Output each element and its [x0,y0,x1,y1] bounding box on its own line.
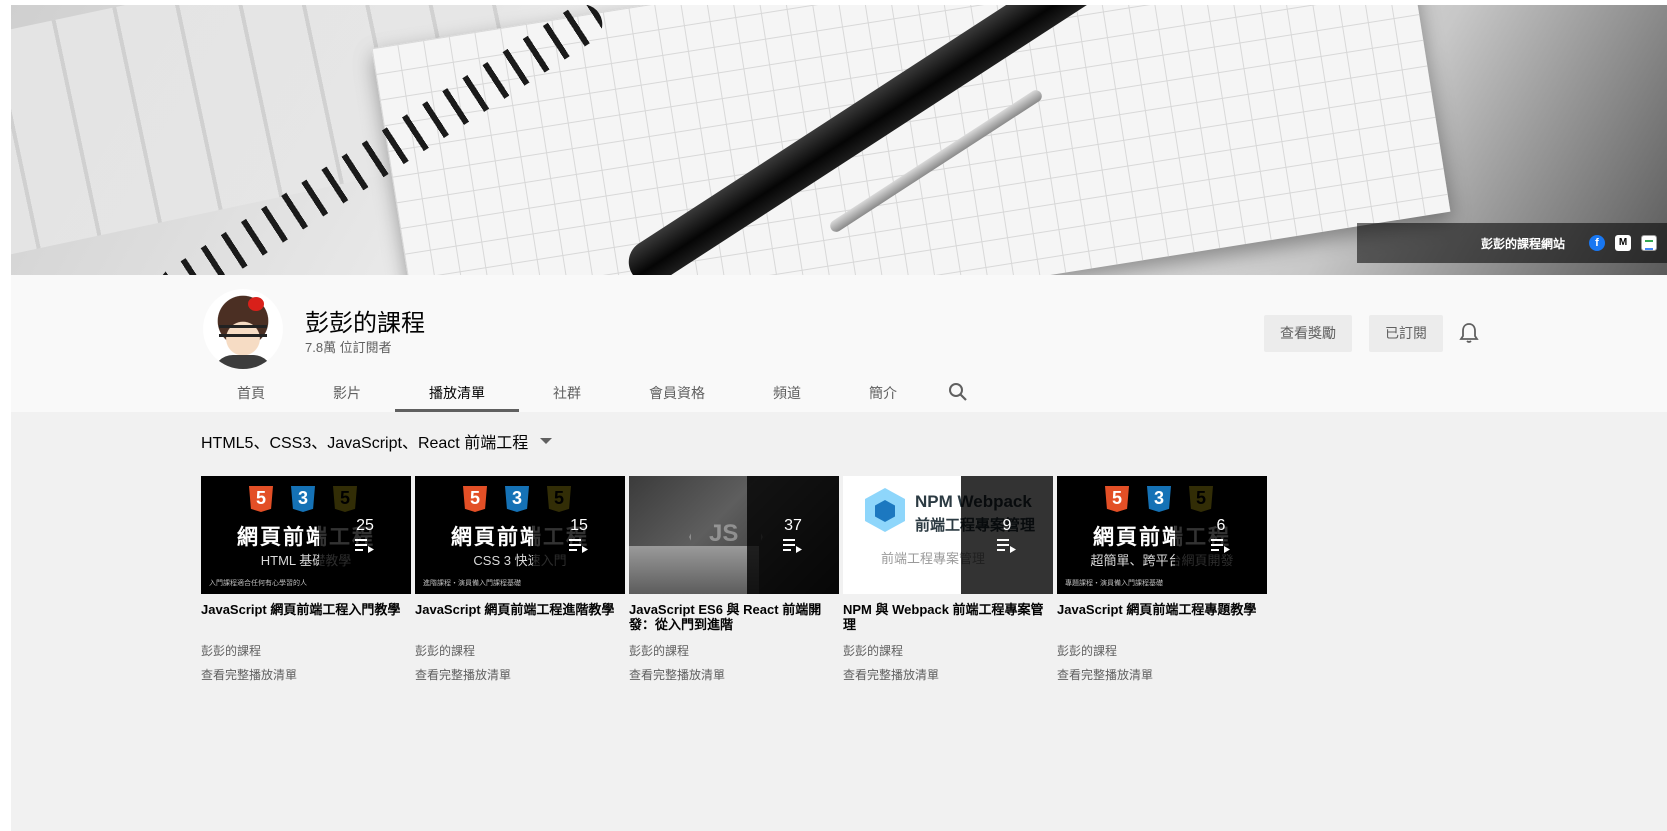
thumbnail-footnote: 專題課程・演員備入門課程基礎 [1065,580,1163,587]
playlist-card[interactable]: 5 3 5 網頁前端工程 超簡單、跨平台網頁開發 專題課程・演員備入門課程基礎 … [1057,476,1267,683]
playlist-title[interactable]: JavaScript 網頁前端工程入門教學 [201,602,411,632]
view-full-playlist-link[interactable]: 查看完整播放清單 [415,666,625,683]
html5-logo-icon: 5 [249,486,273,512]
html5-logo-icon: 5 [463,486,487,512]
google-sites-icon[interactable] [1641,235,1657,251]
channel-page: 彭彭的課程網站 f M 彭彭的課程 7.8萬 位訂閱者 查看獎勵 已訂閱 首頁 … [11,5,1667,831]
css3-logo-icon: 3 [505,486,529,512]
view-full-playlist-link[interactable]: 查看完整播放清單 [629,666,839,683]
playlist-thumbnail[interactable]: JS 37 [629,476,839,594]
js-watermark: JS [709,520,739,547]
view-full-playlist-link[interactable]: 查看完整播放清單 [843,666,1053,683]
channel-banner: 彭彭的課程網站 f M [11,5,1667,275]
playlist-grid: 5 3 5 網頁前端工程 HTML 基礎教學 入門課程適合任何有心學習的人 25 [201,476,1267,683]
playlist-count-overlay: 9 [961,476,1053,594]
playlist-channel[interactable]: 彭彭的課程 [201,642,411,659]
video-count: 15 [570,517,588,534]
website-link[interactable]: 彭彭的課程網站 [1481,235,1565,252]
tab-home[interactable]: 首頁 [203,378,299,412]
playlist-channel[interactable]: 彭彭的課程 [629,642,839,659]
search-icon[interactable] [947,381,969,403]
playlist-count-overlay: 6 [1175,476,1267,594]
tab-community[interactable]: 社群 [519,378,615,412]
css3-logo-icon: 3 [1147,486,1171,512]
tab-membership[interactable]: 會員資格 [615,378,739,412]
video-count: 9 [1002,517,1012,534]
view-perks-button[interactable]: 查看獎勵 [1264,315,1352,352]
channel-tabs: 首頁 影片 播放清單 社群 會員資格 頻道 簡介 [203,378,969,412]
playlist-thumbnail[interactable]: 5 3 5 網頁前端工程 HTML 基礎教學 入門課程適合任何有心學習的人 25 [201,476,411,594]
playlist-count-overlay: 37 [747,476,839,594]
medium-icon[interactable]: M [1615,235,1631,251]
playlist-icon [783,539,802,553]
tab-about[interactable]: 簡介 [835,378,931,412]
thumbnail-footnote: 進階課程・演員備入門課程基礎 [423,580,521,587]
thumbnail-footnote: 入門課程適合任何有心學習的人 [209,580,307,587]
playlist-card[interactable]: 5 3 5 網頁前端工程 CSS 3 快速入門 進階課程・演員備入門課程基礎 1… [415,476,625,683]
playlist-thumbnail[interactable]: 5 3 5 網頁前端工程 CSS 3 快速入門 進階課程・演員備入門課程基礎 1… [415,476,625,594]
view-full-playlist-link[interactable]: 查看完整播放清單 [201,666,411,683]
playlist-channel[interactable]: 彭彭的課程 [1057,642,1267,659]
playlist-icon [997,539,1016,553]
css3-logo-icon: 3 [291,486,315,512]
chevron-down-icon[interactable] [540,438,553,444]
video-count: 37 [784,517,802,534]
subscribed-button[interactable]: 已訂閱 [1369,315,1443,352]
avatar[interactable] [203,289,283,369]
playlist-icon [569,539,588,553]
banner-links: 彭彭的課程網站 f M [1357,223,1667,263]
playlist-title[interactable]: JavaScript ES6 與 React 前端開發：從入門到進階 [629,602,839,632]
video-count: 25 [356,517,374,534]
playlist-channel[interactable]: 彭彭的課程 [843,642,1053,659]
playlist-title[interactable]: JavaScript 網頁前端工程進階教學 [415,602,625,632]
playlist-section-title[interactable]: HTML5、CSS3、JavaScript、React 前端工程 [201,429,553,453]
avatar-glasses-art [219,325,267,337]
section-title-text: HTML5、CSS3、JavaScript、React 前端工程 [201,435,529,452]
playlist-card[interactable]: JS 37 JavaScript ES6 與 React 前端開發：從入門到進階… [629,476,839,683]
tab-channels[interactable]: 頻道 [739,378,835,412]
facebook-icon[interactable]: f [1589,235,1605,251]
playlist-thumbnail[interactable]: NPM Webpack 前端工程專案管理 前端工程專案管理 9 [843,476,1053,594]
playlist-icon [355,539,374,553]
channel-name: 彭彭的課程 [305,310,425,337]
playlist-title[interactable]: JavaScript 網頁前端工程專題教學 [1057,602,1267,632]
html5-logo-icon: 5 [1105,486,1129,512]
playlist-title[interactable]: NPM 與 Webpack 前端工程專案管理 [843,602,1053,632]
avatar-bow-art [248,297,264,311]
video-count: 6 [1216,517,1226,534]
playlist-thumbnail[interactable]: 5 3 5 網頁前端工程 超簡單、跨平台網頁開發 專題課程・演員備入門課程基礎 … [1057,476,1267,594]
playlist-card[interactable]: 5 3 5 網頁前端工程 HTML 基礎教學 入門課程適合任何有心學習的人 25 [201,476,411,683]
playlist-count-overlay: 25 [319,476,411,594]
playlist-count-overlay: 15 [533,476,625,594]
avatar-shirt-art [213,355,273,369]
tab-videos[interactable]: 影片 [299,378,395,412]
playlist-card[interactable]: NPM Webpack 前端工程專案管理 前端工程專案管理 9 NPM 與 We… [843,476,1053,683]
view-full-playlist-link[interactable]: 查看完整播放清單 [1057,666,1267,683]
tab-playlists[interactable]: 播放清單 [395,378,519,412]
channel-header: 彭彭的課程 7.8萬 位訂閱者 查看獎勵 已訂閱 首頁 影片 播放清單 社群 會… [11,275,1667,412]
playlist-icon [1211,539,1230,553]
subscriber-count: 7.8萬 位訂閱者 [305,340,392,355]
playlist-channel[interactable]: 彭彭的課程 [415,642,625,659]
bell-icon[interactable] [1459,322,1479,344]
